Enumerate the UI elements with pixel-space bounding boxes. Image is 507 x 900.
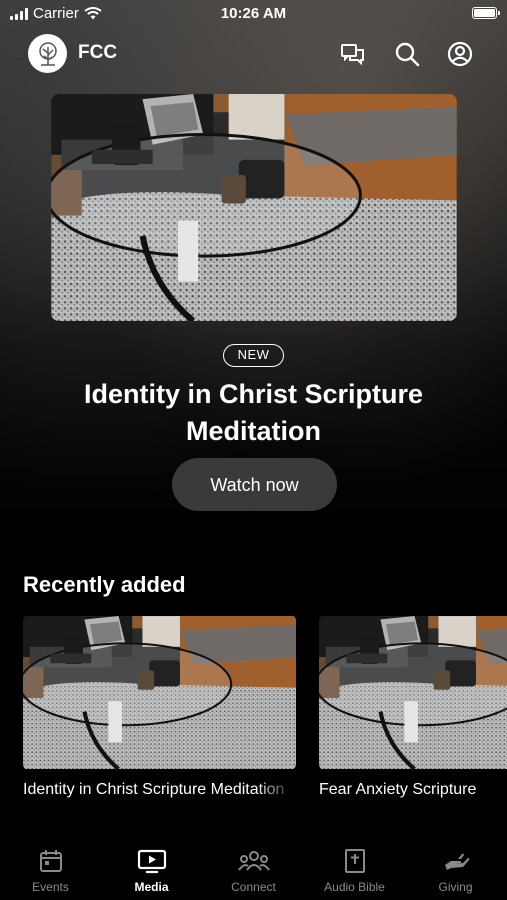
media-card-thumbnail — [23, 615, 296, 770]
brand-name: FCC — [78, 42, 118, 63]
media-card-thumbnail — [319, 615, 507, 770]
status-time: 10:26 AM — [220, 5, 287, 22]
media-card[interactable]: Identity in Christ Scripture Meditation — [23, 615, 296, 799]
app-header: FCC — [0, 32, 507, 76]
search-icon[interactable] — [393, 40, 421, 68]
recently-added-carousel[interactable]: Identity in Christ Scripture Meditation … — [23, 615, 507, 805]
battery-icon — [472, 7, 500, 19]
watch-now-button[interactable]: Watch now — [172, 458, 337, 511]
new-badge: NEW — [223, 344, 284, 367]
tab-media-label: Media — [134, 880, 169, 894]
tab-events-label: Events — [32, 880, 69, 894]
bible-icon — [344, 849, 365, 873]
tab-audio-bible-label: Audio Bible — [324, 880, 385, 894]
calendar-icon — [39, 850, 62, 872]
tab-giving[interactable]: Giving — [405, 848, 506, 894]
media-card-title: Identity in Christ Scripture Meditation — [23, 781, 285, 798]
media-card[interactable]: Fear Anxiety Scripture — [319, 615, 507, 799]
tab-giving-label: Giving — [438, 880, 473, 894]
tab-audio-bible[interactable]: Audio Bible — [304, 848, 405, 894]
people-icon — [237, 851, 270, 871]
tab-media[interactable]: Media — [101, 848, 202, 894]
giving-hand-icon — [444, 853, 469, 870]
tab-connect[interactable]: Connect — [203, 848, 304, 894]
bottom-tab-bar: Events Media Connect Audio Bible Giving — [0, 840, 507, 900]
tab-events[interactable]: Events — [0, 848, 101, 894]
recently-added-heading: Recently added — [23, 572, 186, 597]
profile-icon[interactable] — [446, 40, 474, 68]
tab-connect-label: Connect — [231, 880, 276, 894]
hero-thumbnail[interactable] — [51, 94, 457, 321]
tree-logo-icon — [38, 41, 57, 66]
status-bar: Carrier 10:26 AM — [0, 0, 507, 28]
media-icon — [137, 849, 166, 874]
hero-photo — [51, 94, 457, 321]
chat-icon[interactable] — [339, 40, 367, 68]
church-logo[interactable] — [28, 34, 67, 73]
hero-title: Identity in Christ Scripture Meditation — [83, 379, 424, 446]
media-card-title: Fear Anxiety Scripture — [319, 781, 477, 798]
